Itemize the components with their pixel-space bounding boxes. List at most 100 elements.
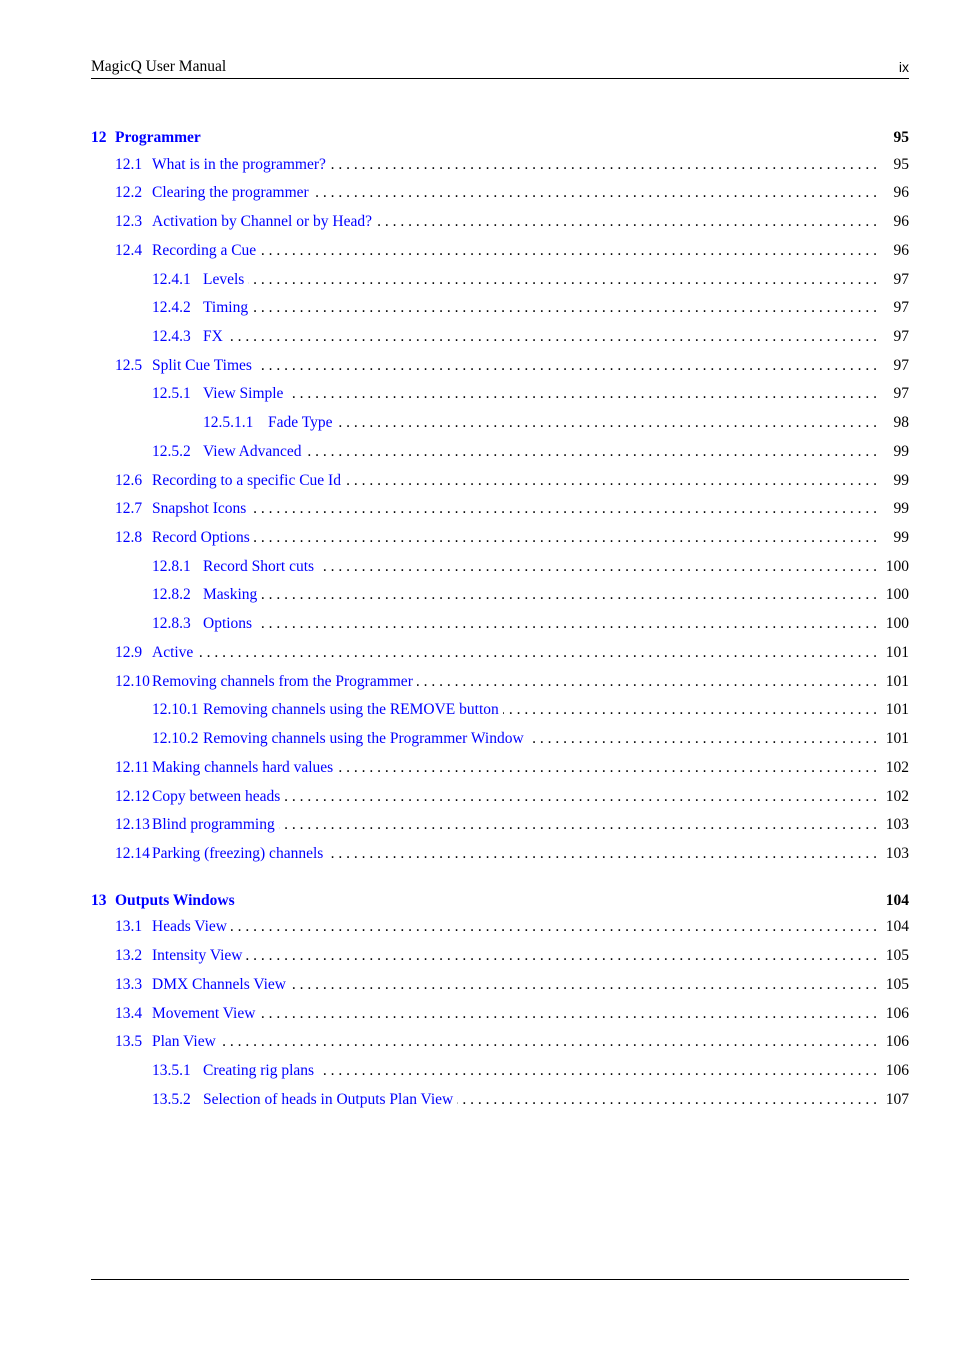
- section-number[interactable]: 12.5.1.1: [203, 414, 268, 432]
- section-number[interactable]: 13.5.1: [152, 1062, 203, 1080]
- toc-entry[interactable]: 12.5.1 View Simple . . . . . . . . . . . …: [91, 385, 909, 414]
- toc-entry[interactable]: 12.10.2 Removing channels using the Progr…: [91, 730, 909, 759]
- toc-entry[interactable]: 12.2 Clearing the programmer . . . . . . …: [91, 184, 909, 213]
- toc-entry[interactable]: 13.3 DMX Channels View . . . . . . . . . …: [91, 976, 909, 1005]
- toc-entry[interactable]: 12.12 Copy between heads . . . . . . . . …: [91, 788, 909, 817]
- section-title-link[interactable]: Levels: [203, 271, 248, 289]
- toc-entry[interactable]: 12.8 Record Options . . . . . . . . . . .…: [91, 529, 909, 558]
- toc-entry[interactable]: 12.14 Parking (freezing) channels . . . .…: [91, 845, 909, 874]
- section-number[interactable]: 13.5.2: [152, 1091, 203, 1109]
- toc-entry[interactable]: 12.8.3 Options . . . . . . . . . . . . . …: [91, 615, 909, 644]
- section-number[interactable]: 12.4.1: [152, 271, 203, 289]
- section-number[interactable]: 13.3: [115, 976, 152, 994]
- section-title-link[interactable]: Timing: [203, 299, 252, 317]
- section-title-link[interactable]: Removing channels using the REMOVE butto…: [203, 701, 503, 719]
- section-title-link[interactable]: View Simple: [203, 385, 287, 403]
- chapter-title-link[interactable]: Outputs Windows: [115, 892, 235, 910]
- section-number[interactable]: 12.5.1: [152, 385, 203, 403]
- chapter-title-link[interactable]: Programmer: [115, 129, 201, 147]
- toc-entry[interactable]: 12.1 What is in the programmer? . . . . .…: [91, 156, 909, 185]
- section-title-link[interactable]: View Advanced: [203, 443, 306, 461]
- section-title-link[interactable]: DMX Channels View: [152, 976, 290, 994]
- section-title-link[interactable]: Active: [152, 644, 197, 662]
- chapter-number[interactable]: 13: [91, 892, 107, 910]
- toc-entry[interactable]: 12.6 Recording to a specific Cue Id . . .…: [91, 472, 909, 501]
- toc-entry[interactable]: 12.8.1 Record Short cuts . . . . . . . . …: [91, 558, 909, 587]
- section-number[interactable]: 12.6: [115, 472, 152, 490]
- section-title-link[interactable]: Record Short cuts: [203, 558, 318, 576]
- chapter-number[interactable]: 12: [91, 129, 107, 147]
- section-title-link[interactable]: Clearing the programmer: [152, 184, 313, 202]
- toc-entry[interactable]: 12.9 Active . . . . . . . . . . . . . . .…: [91, 644, 909, 673]
- section-title-link[interactable]: Activation by Channel or by Head?: [152, 213, 376, 231]
- section-number[interactable]: 12.8.3: [152, 615, 203, 633]
- toc-entry[interactable]: 13.1 Heads View . . . . . . . . . . . . .…: [91, 918, 909, 947]
- section-title-link[interactable]: Intensity View: [152, 947, 246, 965]
- toc-entry[interactable]: 12.4.1 Levels . . . . . . . . . . . . . .…: [91, 271, 909, 300]
- section-number[interactable]: 12.9: [115, 644, 152, 662]
- section-title-link[interactable]: Options: [203, 615, 256, 633]
- toc-entry[interactable]: 12.13 Blind programming . . . . . . . . .…: [91, 816, 909, 845]
- toc-entry[interactable]: 12.10.1 Removing channels using the REMOV…: [91, 701, 909, 730]
- section-number[interactable]: 12.13: [115, 816, 152, 834]
- section-title-link[interactable]: Record Options: [152, 529, 254, 547]
- toc-entry[interactable]: 13.2 Intensity View . . . . . . . . . . .…: [91, 947, 909, 976]
- toc-entry[interactable]: 12.4.2 Timing . . . . . . . . . . . . . .…: [91, 299, 909, 328]
- section-title-link[interactable]: Creating rig plans: [203, 1062, 318, 1080]
- toc-entry[interactable]: 13.5 Plan View . . . . . . . . . . . . . …: [91, 1033, 909, 1062]
- section-number[interactable]: 12.4.3: [152, 328, 203, 346]
- toc-entry[interactable]: 12.4.3 FX . . . . . . . . . . . . . . . .…: [91, 328, 909, 357]
- section-title-link[interactable]: Plan View: [152, 1033, 220, 1051]
- section-number[interactable]: 12.8.2: [152, 586, 203, 604]
- section-number[interactable]: 12.10.2: [152, 730, 203, 748]
- toc-entry[interactable]: 13.4 Movement View . . . . . . . . . . . …: [91, 1005, 909, 1034]
- section-number[interactable]: 12.2: [115, 184, 152, 202]
- toc-entry[interactable]: 12.7 Snapshot Icons . . . . . . . . . . .…: [91, 500, 909, 529]
- section-title-link[interactable]: Removing channels using the Programmer W…: [203, 730, 528, 748]
- toc-entry[interactable]: 13.5.1 Creating rig plans . . . . . . . .…: [91, 1062, 909, 1091]
- section-title-link[interactable]: Selection of heads in Outputs Plan View: [203, 1091, 457, 1109]
- section-number[interactable]: 12.5: [115, 357, 152, 375]
- toc-entry[interactable]: 12.10 Removing channels from the Programm…: [91, 673, 909, 702]
- section-title-link[interactable]: Parking (freezing) channels: [152, 845, 327, 863]
- section-number[interactable]: 12.4: [115, 242, 152, 260]
- section-title-link[interactable]: Split Cue Times: [152, 357, 256, 375]
- section-title-link[interactable]: Movement View: [152, 1005, 259, 1023]
- section-title-link[interactable]: Making channels hard values: [152, 759, 337, 777]
- section-title-link[interactable]: Recording a Cue: [152, 242, 260, 260]
- section-title-link[interactable]: Fade Type: [268, 414, 337, 432]
- section-number[interactable]: 13.2: [115, 947, 152, 965]
- section-number[interactable]: 13.5: [115, 1033, 152, 1051]
- section-number[interactable]: 12.8: [115, 529, 152, 547]
- section-title-link[interactable]: Heads View: [152, 918, 231, 936]
- section-number[interactable]: 12.10: [115, 673, 152, 691]
- section-number[interactable]: 12.7: [115, 500, 152, 518]
- section-title-link[interactable]: What is in the programmer?: [152, 156, 330, 174]
- toc-chapter[interactable]: 13 Outputs Windows 104: [91, 890, 909, 919]
- section-title-link[interactable]: Copy between heads: [152, 788, 284, 806]
- section-number[interactable]: 12.4.2: [152, 299, 203, 317]
- section-number[interactable]: 13.1: [115, 918, 152, 936]
- section-title-link[interactable]: FX: [203, 328, 227, 346]
- section-number[interactable]: 12.1: [115, 156, 152, 174]
- section-title-link[interactable]: Masking: [203, 586, 261, 604]
- toc-entry[interactable]: 12.3 Activation by Channel or by Head? . …: [91, 213, 909, 242]
- section-title-link[interactable]: Blind programming: [152, 816, 279, 834]
- section-number[interactable]: 12.5.2: [152, 443, 203, 461]
- section-number[interactable]: 12.12: [115, 788, 152, 806]
- toc-entry[interactable]: 12.5 Split Cue Times . . . . . . . . . . …: [91, 357, 909, 386]
- toc-entry[interactable]: 13.5.2 Selection of heads in Outputs Plan…: [91, 1091, 909, 1120]
- toc-entry[interactable]: 12.8.2 Masking . . . . . . . . . . . . . …: [91, 586, 909, 615]
- section-title-link[interactable]: Snapshot Icons: [152, 500, 250, 518]
- section-title-link[interactable]: Recording to a specific Cue Id: [152, 472, 345, 490]
- section-number[interactable]: 12.14: [115, 845, 152, 863]
- section-number[interactable]: 12.10.1: [152, 701, 203, 719]
- toc-entry[interactable]: 12.4 Recording a Cue . . . . . . . . . . …: [91, 242, 909, 271]
- toc-entry[interactable]: 12.5.2 View Advanced . . . . . . . . . . …: [91, 443, 909, 472]
- toc-entry[interactable]: 12.11 Making channels hard values . . . .…: [91, 759, 909, 788]
- section-number[interactable]: 12.11: [115, 759, 152, 777]
- toc-chapter[interactable]: 12 Programmer 95: [91, 127, 909, 156]
- section-number[interactable]: 13.4: [115, 1005, 152, 1023]
- section-number[interactable]: 12.8.1: [152, 558, 203, 576]
- section-number[interactable]: 12.3: [115, 213, 152, 231]
